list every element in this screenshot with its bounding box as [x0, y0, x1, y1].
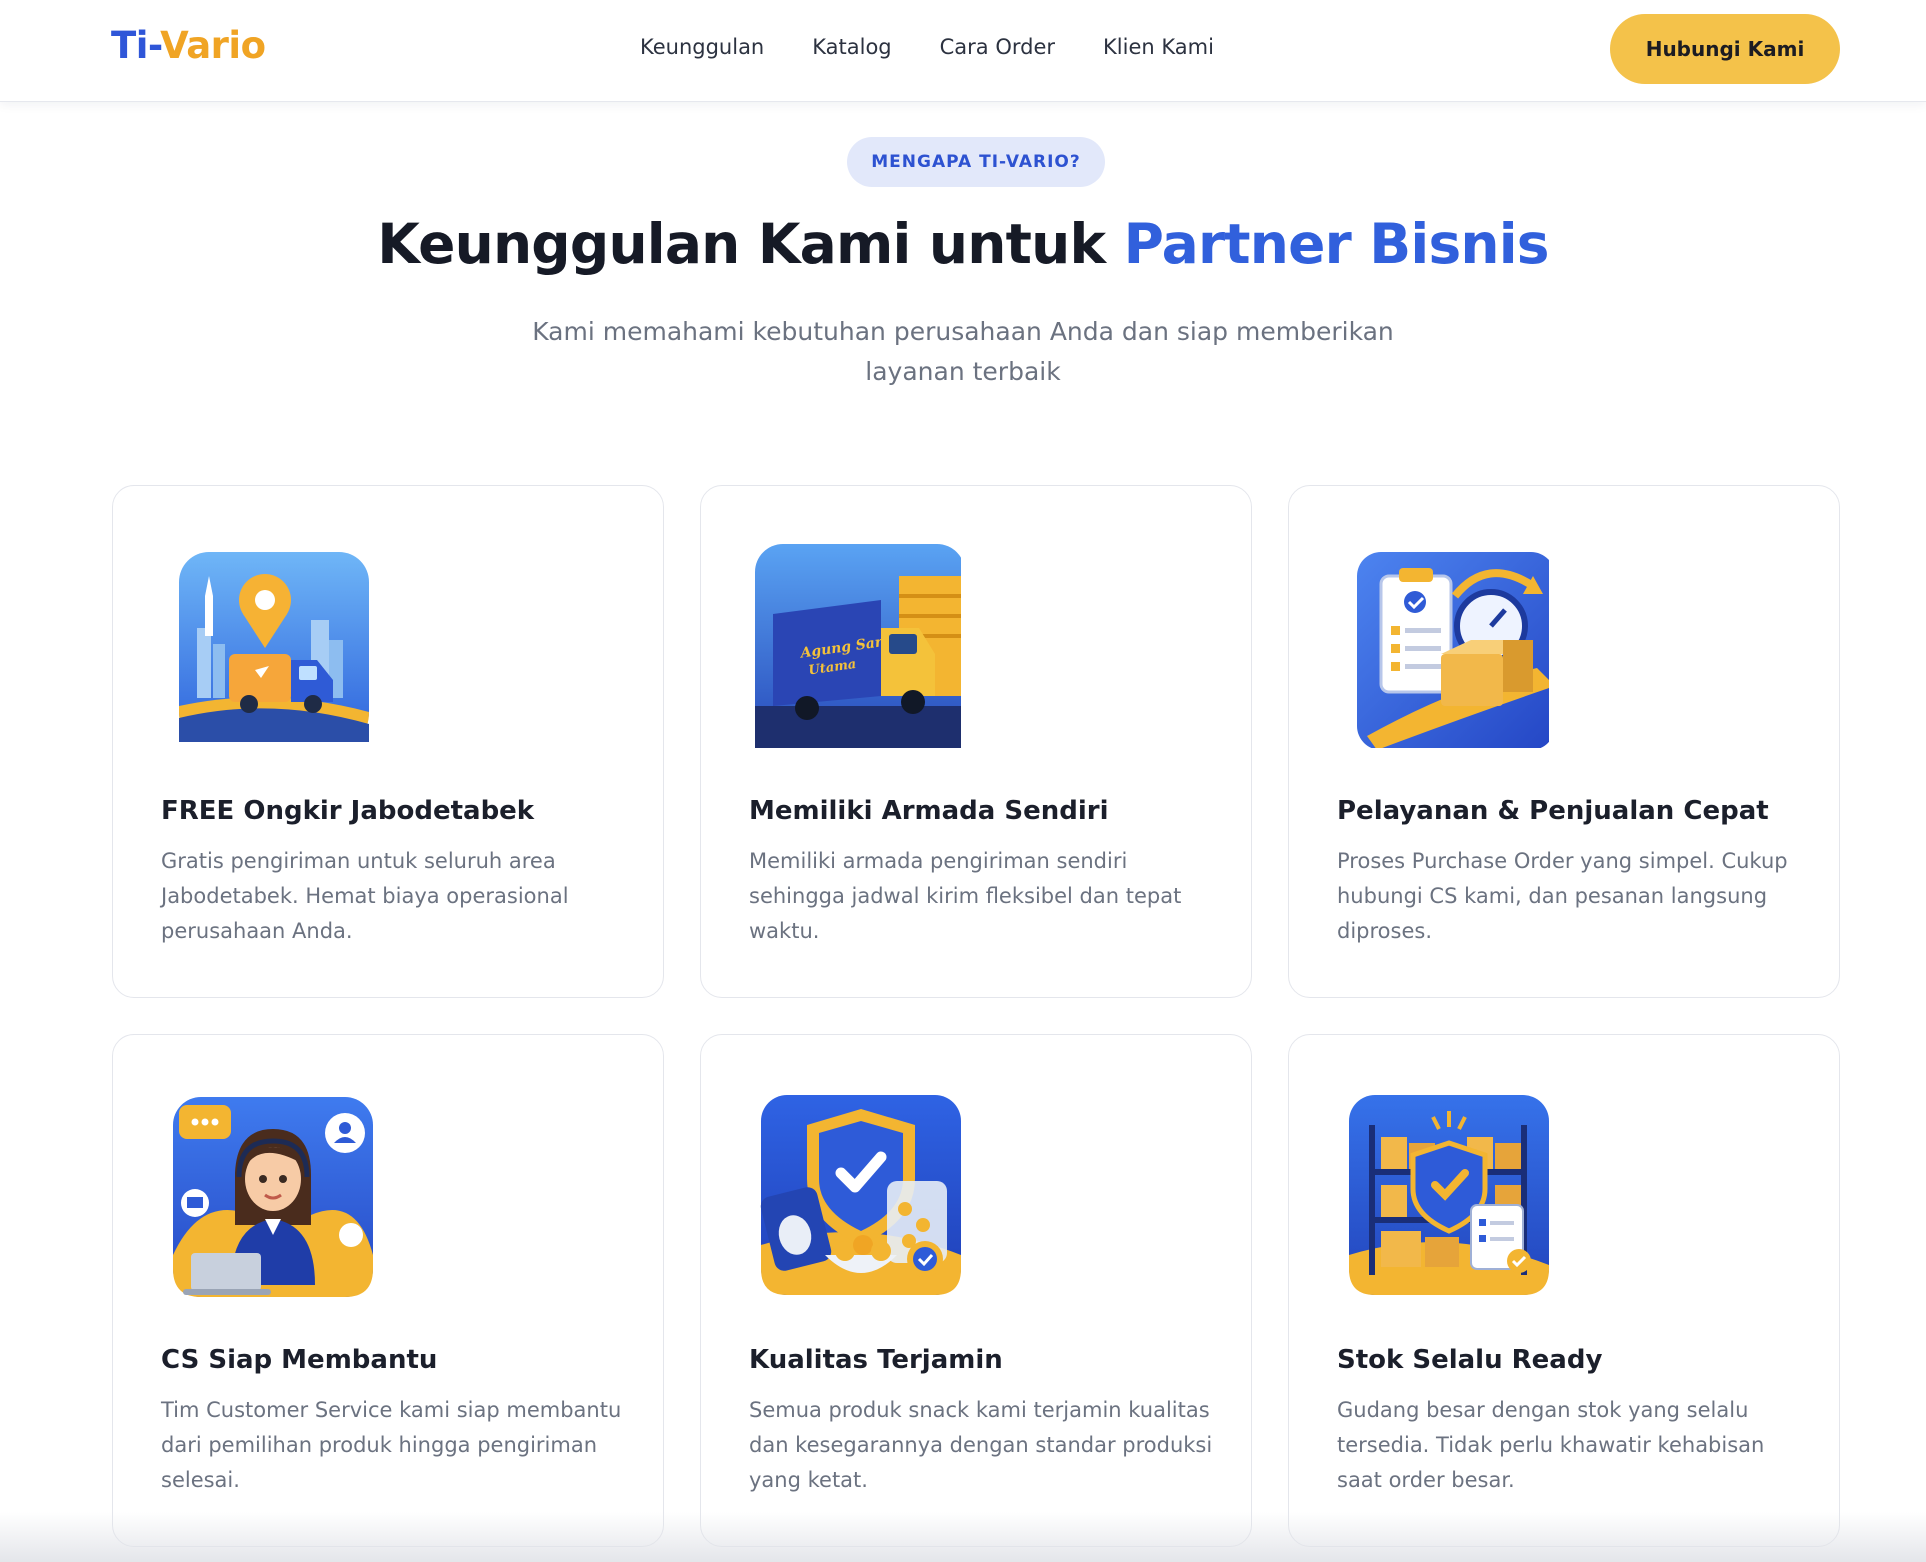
- fleet-truck-icon: Agung Sari Utama: [749, 536, 961, 748]
- bottom-fade: [0, 1512, 1926, 1562]
- nav-links: Keunggulan Katalog Cara Order Klien Kami: [640, 35, 1214, 59]
- section-title-main: Keunggulan Kami untuk: [377, 212, 1124, 276]
- feature-card-free-shipping: FREE Ongkir Jabodetabek Gratis pengirima…: [112, 485, 664, 998]
- feature-description: Proses Purchase Order yang simpel. Cukup…: [1337, 849, 1788, 943]
- nav-link-klien-kami[interactable]: Klien Kami: [1103, 35, 1214, 59]
- nav-link-katalog[interactable]: Katalog: [812, 35, 891, 59]
- feature-description: Memiliki armada pengiriman sendiri sehin…: [749, 849, 1182, 943]
- fast-order-icon: [1337, 536, 1549, 748]
- nav-link-keunggulan[interactable]: Keunggulan: [640, 35, 764, 59]
- feature-description: Gratis pengiriman untuk seluruh area Jab…: [161, 849, 569, 943]
- feature-description: Gudang besar dengan stok yang selalu ter…: [1337, 1398, 1765, 1492]
- feature-title: FREE Ongkir Jabodetabek: [161, 796, 535, 826]
- warehouse-stock-icon: [1337, 1085, 1549, 1297]
- brand-logo[interactable]: Ti-Vario: [111, 24, 266, 67]
- section-title-accent: Partner Bisnis: [1123, 212, 1550, 276]
- feature-description: Tim Customer Service kami siap membantu …: [161, 1398, 622, 1492]
- navbar: Ti-Vario Keunggulan Katalog Cara Order K…: [0, 0, 1926, 102]
- feature-title: Memiliki Armada Sendiri: [749, 796, 1109, 826]
- quality-shield-icon: [749, 1085, 961, 1297]
- nav-link-cara-order[interactable]: Cara Order: [940, 35, 1055, 59]
- feature-title: Stok Selalu Ready: [1337, 1345, 1603, 1375]
- customer-service-icon: [161, 1085, 373, 1297]
- section-title: Keunggulan Kami untuk Partner Bisnis: [0, 212, 1926, 276]
- section-badge: MENGAPA TI-VARIO?: [847, 137, 1105, 187]
- feature-description: Semua produk snack kami terjamin kualita…: [749, 1398, 1213, 1492]
- brand-name-part1: Ti-: [111, 24, 161, 67]
- delivery-truck-icon: [161, 536, 373, 748]
- section-subtitle: Kami memahami kebutuhan perusahaan Anda …: [532, 317, 1394, 386]
- brand-name-part2: Vario: [160, 24, 266, 67]
- feature-title: CS Siap Membantu: [161, 1345, 438, 1375]
- feature-card-stock: Stok Selalu Ready Gudang besar dengan st…: [1288, 1034, 1840, 1547]
- feature-card-customer-service: CS Siap Membantu Tim Customer Service ka…: [112, 1034, 664, 1547]
- contact-button[interactable]: Hubungi Kami: [1610, 14, 1840, 84]
- feature-title: Pelayanan & Penjualan Cepat: [1337, 796, 1769, 826]
- feature-card-fast-service: Pelayanan & Penjualan Cepat Proses Purch…: [1288, 485, 1840, 998]
- feature-card-own-fleet: Agung Sari Utama Memiliki Armada Sendiri…: [700, 485, 1252, 998]
- feature-card-quality: Kualitas Terjamin Semua produk snack kam…: [700, 1034, 1252, 1547]
- feature-title: Kualitas Terjamin: [749, 1345, 1003, 1375]
